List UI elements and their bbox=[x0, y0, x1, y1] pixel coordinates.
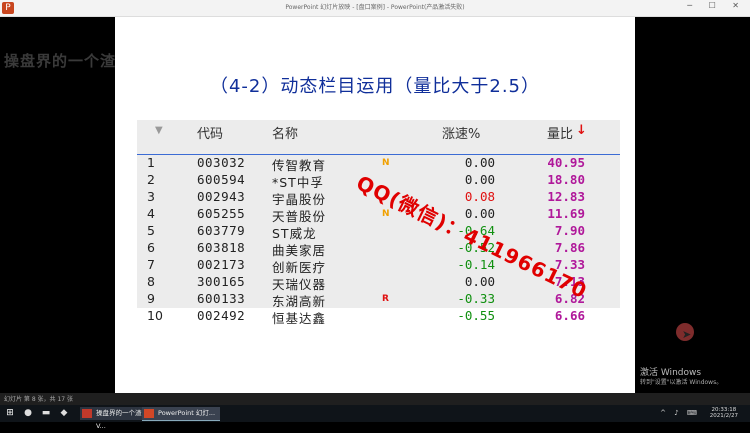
video-app-icon bbox=[82, 409, 92, 418]
file-explorer-icon[interactable]: ▬ bbox=[40, 408, 52, 419]
windows-activation-notice: 激活 Windows 转到"设置"以激活 Windows。 bbox=[640, 368, 722, 388]
change-speed: 0.08 bbox=[464, 189, 495, 204]
volume-ratio: 40.95 bbox=[547, 155, 585, 170]
slide-counter: 幻灯片 第 8 张，共 17 张 bbox=[4, 396, 73, 403]
windows-start-icon[interactable]: ⊞ bbox=[4, 408, 16, 419]
taskbar-app-label: PowerPoint 幻灯... bbox=[158, 409, 216, 417]
clock-date: 2021/2/27 bbox=[709, 413, 738, 419]
volume-ratio: 6.66 bbox=[554, 308, 585, 323]
stock-code: 300165 bbox=[197, 274, 246, 289]
app-icon[interactable]: ◆ bbox=[58, 408, 70, 419]
volume-ratio: 12.83 bbox=[547, 189, 585, 204]
volume-ratio: 7.90 bbox=[554, 223, 585, 238]
window-titlebar: P PowerPoint 幻灯片放映 - [盘口案例] - PowerPoint… bbox=[0, 0, 750, 17]
row-index: 3 bbox=[147, 189, 155, 204]
row-index: 10 bbox=[147, 308, 163, 323]
taskbar-app-powerpoint[interactable]: PowerPoint 幻灯... bbox=[142, 407, 220, 421]
volume-ratio: 18.80 bbox=[547, 172, 585, 187]
change-speed: -0.33 bbox=[457, 291, 495, 306]
taskbar: ⊞ ● ▬ ◆ 操盘界的一个渣流V... PowerPoint 幻灯... ^ … bbox=[0, 405, 750, 430]
stock-flag: R bbox=[382, 294, 389, 304]
row-index: 6 bbox=[147, 240, 155, 255]
table-row[interactable]: 5 603779 ST威龙 -0.64 7.90 bbox=[137, 223, 620, 241]
overlay-watermark-text: 操盘界的一个渣流 bbox=[4, 52, 133, 70]
window-controls[interactable]: ─ ☐ ✕ bbox=[687, 1, 746, 10]
stock-code: 603779 bbox=[197, 223, 246, 238]
sort-chevron-icon[interactable]: ▼ bbox=[155, 125, 163, 136]
volume-ratio: 7.86 bbox=[554, 240, 585, 255]
header-ratio[interactable]: 量比 bbox=[547, 123, 573, 142]
slide-canvas[interactable]: （4-2）动态栏目运用（量比大于2.5） ▼ 代码 名称 涨速% 量比 ↓ 10… bbox=[115, 17, 694, 393]
activation-line-2: 转到"设置"以激活 Windows。 bbox=[640, 379, 723, 386]
table-row[interactable]: 10 002492 恒基达鑫 -0.55 6.66 bbox=[137, 308, 620, 326]
mouse-cursor-icon: ➤ bbox=[682, 328, 692, 341]
stock-code: 600594 bbox=[197, 172, 246, 187]
row-index: 1 bbox=[147, 155, 155, 170]
stock-name: 恒基达鑫 bbox=[272, 311, 327, 326]
taskbar-clock[interactable]: 20:33:18 2021/2/27 bbox=[710, 407, 738, 419]
activation-line-1: 激活 Windows bbox=[640, 368, 702, 378]
row-index: 9 bbox=[147, 291, 155, 306]
row-index: 4 bbox=[147, 206, 155, 221]
system-tray[interactable]: ^ ♪ ⌨ bbox=[660, 409, 700, 417]
browser-icon[interactable]: ● bbox=[22, 408, 34, 419]
change-speed: 0.00 bbox=[464, 172, 495, 187]
header-name[interactable]: 名称 bbox=[272, 123, 298, 142]
status-bar: 幻灯片 第 8 张，共 17 张 bbox=[0, 393, 750, 405]
change-speed: 0.00 bbox=[464, 155, 495, 170]
table-row[interactable]: 6 603818 曲美家居 -0.52 7.86 bbox=[137, 240, 620, 258]
letterbox-left bbox=[0, 17, 115, 393]
row-index: 5 bbox=[147, 223, 155, 238]
change-speed: -0.55 bbox=[457, 308, 495, 323]
volume-ratio: 11.69 bbox=[547, 206, 585, 221]
header-code[interactable]: 代码 bbox=[197, 123, 223, 142]
stock-code: 600133 bbox=[197, 291, 246, 306]
taskbar-app-label: 操盘界的一个渣流V... bbox=[96, 409, 148, 430]
stock-code: 603818 bbox=[197, 240, 246, 255]
stock-code: 002173 bbox=[197, 257, 246, 272]
sort-down-arrow-icon: ↓ bbox=[576, 123, 587, 138]
powerpoint-small-icon bbox=[144, 409, 154, 418]
row-index: 8 bbox=[147, 274, 155, 289]
stock-code: 002943 bbox=[197, 189, 246, 204]
stock-code: 002492 bbox=[197, 308, 246, 323]
header-change[interactable]: 涨速% bbox=[442, 123, 480, 142]
row-index: 2 bbox=[147, 172, 155, 187]
change-speed: 0.00 bbox=[464, 274, 495, 289]
stock-flag: N bbox=[382, 158, 390, 168]
window-title: PowerPoint 幻灯片放映 - [盘口案例] - PowerPoint(产… bbox=[285, 4, 465, 11]
stock-code: 003032 bbox=[197, 155, 246, 170]
stock-code: 605255 bbox=[197, 206, 246, 221]
slide-title: （4-2）动态栏目运用（量比大于2.5） bbox=[209, 76, 541, 97]
table-row[interactable]: 4 605255 天普股份 N 0.00 11.69 bbox=[137, 206, 620, 224]
table-row[interactable]: 9 600133 东湖高新 R -0.33 6.82 bbox=[137, 291, 620, 309]
table-row[interactable]: 1 003032 传智教育 N 0.00 40.95 bbox=[137, 155, 620, 173]
row-index: 7 bbox=[147, 257, 155, 272]
